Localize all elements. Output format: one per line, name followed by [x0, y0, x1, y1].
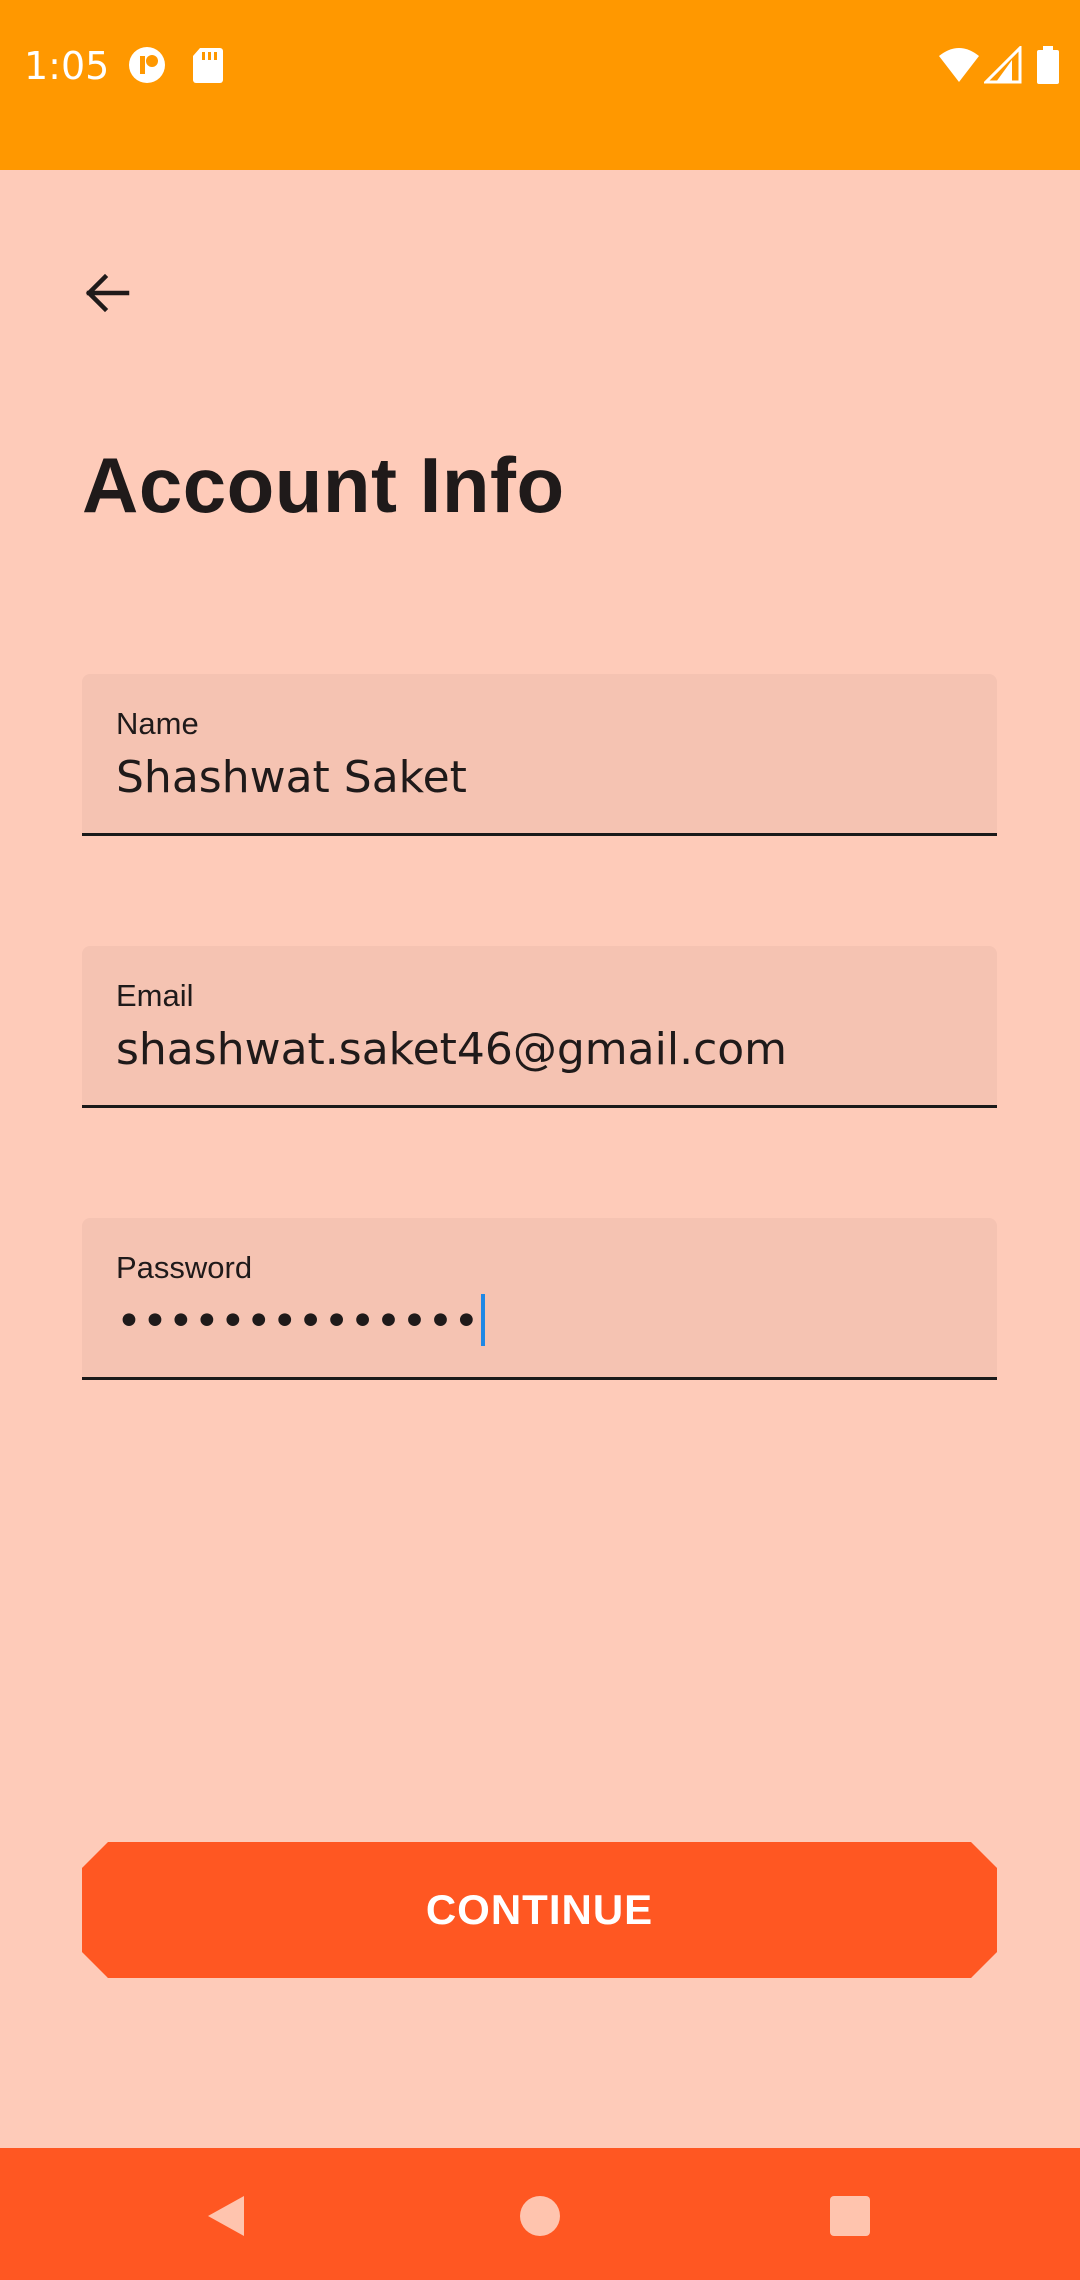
nav-back-button[interactable]: [186, 2178, 266, 2258]
page-title: Account Info: [82, 441, 565, 529]
password-field-label: Password: [116, 1250, 253, 1285]
password-field[interactable]: Password ••••••••••••••: [82, 1218, 997, 1380]
arrow-back-icon: [83, 269, 131, 322]
nav-recents-icon: [828, 2194, 872, 2243]
text-cursor: [481, 1294, 486, 1346]
password-input[interactable]: ••••••••••••••: [116, 1296, 479, 1347]
name-field-label: Name: [116, 706, 199, 741]
continue-button[interactable]: CONTINUE: [82, 1842, 997, 1978]
name-field[interactable]: Name Shashwat Saket: [82, 674, 997, 836]
navigation-bar: [0, 2148, 1080, 2280]
nav-back-icon: [204, 2192, 248, 2245]
cell-signal-icon: [982, 44, 1022, 84]
password-input-wrap[interactable]: ••••••••••••••: [116, 1294, 486, 1350]
name-input[interactable]: Shashwat Saket: [116, 752, 467, 803]
battery-icon: [1036, 46, 1060, 84]
wifi-icon: [938, 46, 980, 84]
nav-home-button[interactable]: [500, 2178, 580, 2258]
sd-card-icon: [192, 46, 230, 84]
back-button[interactable]: [70, 258, 144, 332]
nav-recents-button[interactable]: [810, 2178, 890, 2258]
status-time: 1:05: [24, 44, 110, 88]
email-field[interactable]: Email shashwat.saket46@gmail.com: [82, 946, 997, 1108]
app-notification-icon: [128, 46, 166, 84]
nav-home-icon: [518, 2194, 562, 2243]
continue-button-label: CONTINUE: [425, 1886, 654, 1933]
email-field-label: Email: [116, 978, 194, 1013]
email-input[interactable]: shashwat.saket46@gmail.com: [116, 1024, 787, 1075]
status-bar: 1:05: [0, 0, 1080, 170]
